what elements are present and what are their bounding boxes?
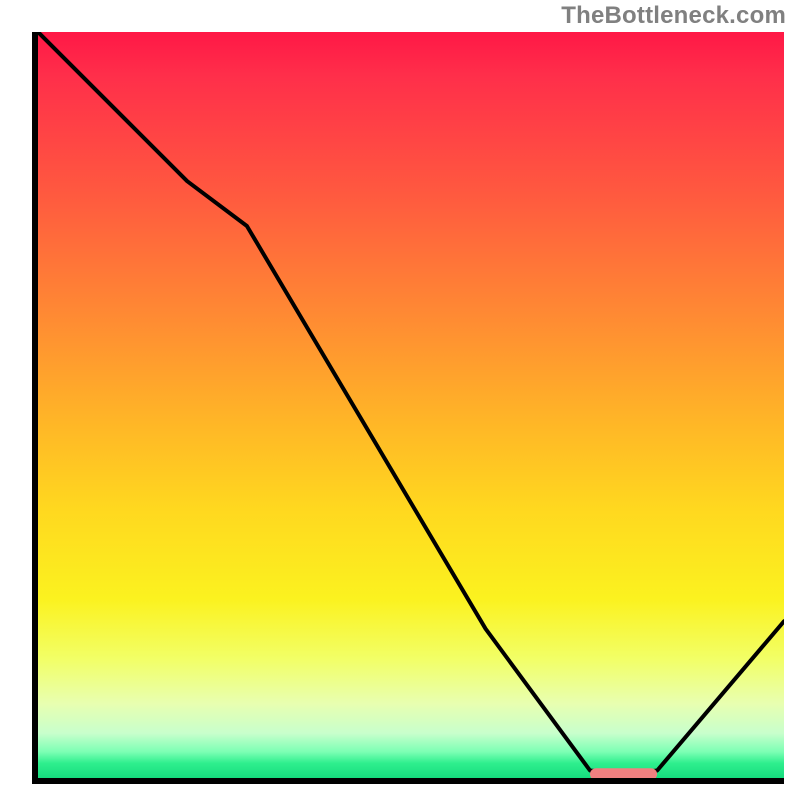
curve-layer — [38, 32, 784, 778]
bottleneck-curve-path — [38, 32, 784, 774]
optimum-marker — [590, 768, 657, 778]
chart-stage: TheBottleneck.com — [0, 0, 800, 800]
watermark-text: TheBottleneck.com — [561, 2, 786, 30]
plot-area — [32, 32, 784, 784]
